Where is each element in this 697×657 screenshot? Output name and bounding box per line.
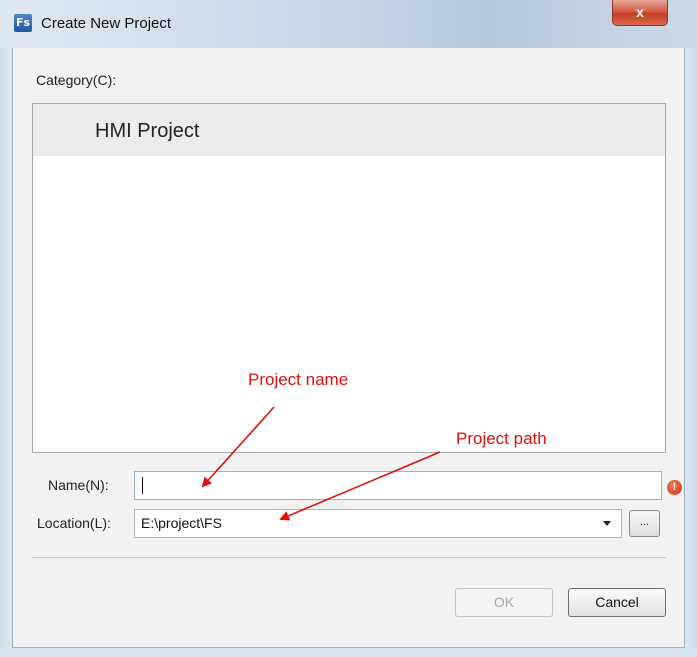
cancel-button[interactable]: Cancel xyxy=(568,588,666,617)
window-frame-bottom xyxy=(0,648,697,657)
location-dropdown[interactable]: E:\project\FS xyxy=(134,509,622,538)
location-value: E:\project\FS xyxy=(141,515,222,531)
browse-button[interactable]: ... xyxy=(629,510,660,537)
category-item-label: HMI Project xyxy=(95,120,200,142)
category-item-hmi-project[interactable]: HMI Project xyxy=(33,104,665,156)
title-bar[interactable]: Fs Create New Project x xyxy=(0,0,697,49)
window-title: Create New Project xyxy=(41,15,172,32)
close-icon: x xyxy=(636,4,644,20)
window-frame-right xyxy=(685,48,697,657)
category-label: Category(C): xyxy=(36,72,117,88)
ok-button[interactable]: OK xyxy=(455,588,553,617)
location-label: Location(L): xyxy=(37,515,111,531)
divider xyxy=(32,557,666,558)
chevron-down-icon[interactable] xyxy=(603,521,611,526)
project-path-callout: Project path xyxy=(456,429,547,448)
text-caret xyxy=(142,477,143,494)
create-new-project-dialog: Fs Create New Project x Category(C): HMI… xyxy=(0,0,697,657)
name-label: Name(N): xyxy=(48,477,109,493)
error-icon: ! xyxy=(667,480,682,495)
close-button[interactable]: x xyxy=(612,0,668,26)
project-name-callout: Project name xyxy=(248,370,349,389)
name-input[interactable] xyxy=(134,471,662,500)
app-fs-icon: Fs xyxy=(14,14,32,32)
window-frame-left xyxy=(0,48,12,657)
category-list[interactable]: HMI Project xyxy=(32,103,666,453)
